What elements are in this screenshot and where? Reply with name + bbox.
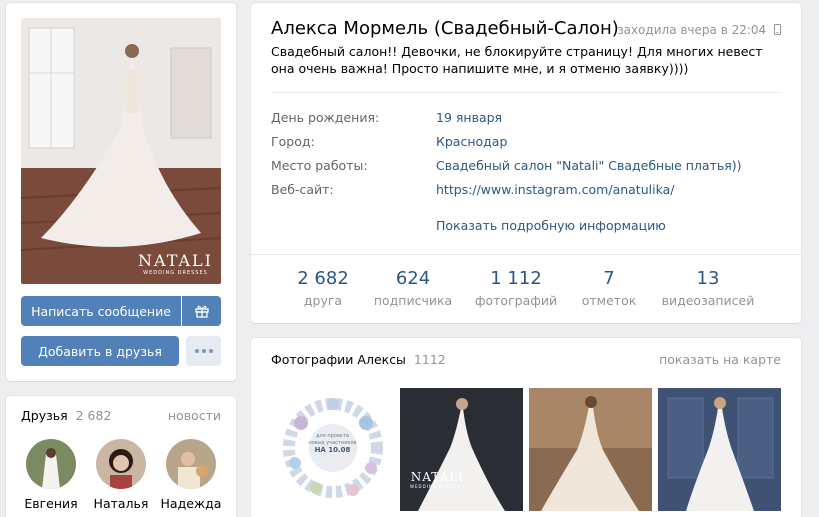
show-details-link[interactable]: Показать подробную информацию	[436, 218, 666, 233]
photo-thumb-dress-1	[400, 388, 523, 511]
photo-thumb-dress-2	[529, 388, 652, 511]
friend-name: Евгения	[24, 496, 78, 511]
last-seen: заходила вчера в 22:04	[617, 23, 781, 37]
gift-button[interactable]	[182, 296, 221, 326]
friend-item[interactable]: Наталья	[86, 439, 156, 511]
photo-thumb[interactable]	[658, 388, 781, 511]
photos-title: Фотографии Алексы	[271, 352, 406, 367]
page-title: Алекса Мормель (Свадебный-Салон)	[271, 18, 619, 39]
friend-name: Надежда	[160, 496, 222, 511]
gift-icon	[194, 305, 209, 318]
photos-count: 1112	[413, 352, 446, 367]
counters: 2 682 друга 624 подписчика 1 112 фотогра…	[251, 254, 801, 323]
more-actions-button[interactable]	[186, 336, 221, 366]
more-dots-icon	[194, 349, 213, 353]
add-friend-button[interactable]: Добавить в друзья	[21, 336, 179, 366]
friends-card: Друзья 2 682 новости Евгения Наталья Над…	[6, 396, 236, 517]
photo-thumb[interactable]	[529, 388, 652, 511]
photo-thumb-dress-3	[658, 388, 781, 511]
status-text[interactable]: Свадебный салон!! Девочки, не блокируйте…	[271, 43, 771, 77]
profile-info-card: Алекса Мормель (Свадебный-Салон) заходил…	[251, 3, 801, 323]
profile-photo[interactable]: NATALI WEDDING DRESSES	[21, 18, 221, 284]
counter-followers[interactable]: 624 подписчика	[358, 268, 468, 308]
mobile-icon	[774, 24, 781, 35]
photo-thumb[interactable]: NATALI WEDDING DRESSES	[400, 388, 523, 511]
friend-name: Наталья	[93, 496, 149, 511]
counter-videos[interactable]: 13 видеозаписей	[653, 268, 763, 308]
avatar-card: NATALI WEDDING DRESSES Написать сообщени…	[6, 3, 236, 381]
promo-text: для проекта новых участников НА 10.08	[308, 433, 357, 454]
photo-thumb[interactable]: для проекта новых участников НА 10.08	[271, 388, 394, 511]
friend-item[interactable]: Надежда	[156, 439, 226, 511]
show-on-map-link[interactable]: показать на карте	[659, 352, 781, 367]
avatar	[26, 439, 76, 489]
friends-title: Друзья	[21, 408, 68, 423]
photos-card: Фотографии Алексы 1112 показать на карте…	[251, 338, 801, 517]
brand-logo: NATALI WEDDING DRESSES	[138, 251, 213, 276]
profile-photo-image	[21, 18, 221, 284]
friends-news-link[interactable]: новости	[168, 408, 221, 423]
counter-tags[interactable]: 7 отметок	[554, 268, 664, 308]
friend-item[interactable]: Евгения	[16, 439, 86, 511]
send-message-button[interactable]: Написать сообщение	[21, 296, 181, 326]
friends-header[interactable]: Друзья 2 682	[21, 408, 111, 423]
photos-header[interactable]: Фотографии Алексы 1112	[271, 352, 446, 367]
avatar	[96, 439, 146, 489]
avatar	[166, 439, 216, 489]
friends-count: 2 682	[75, 408, 112, 423]
brand-logo: NATALI WEDDING DRESSES	[410, 470, 465, 489]
divider	[271, 92, 781, 93]
